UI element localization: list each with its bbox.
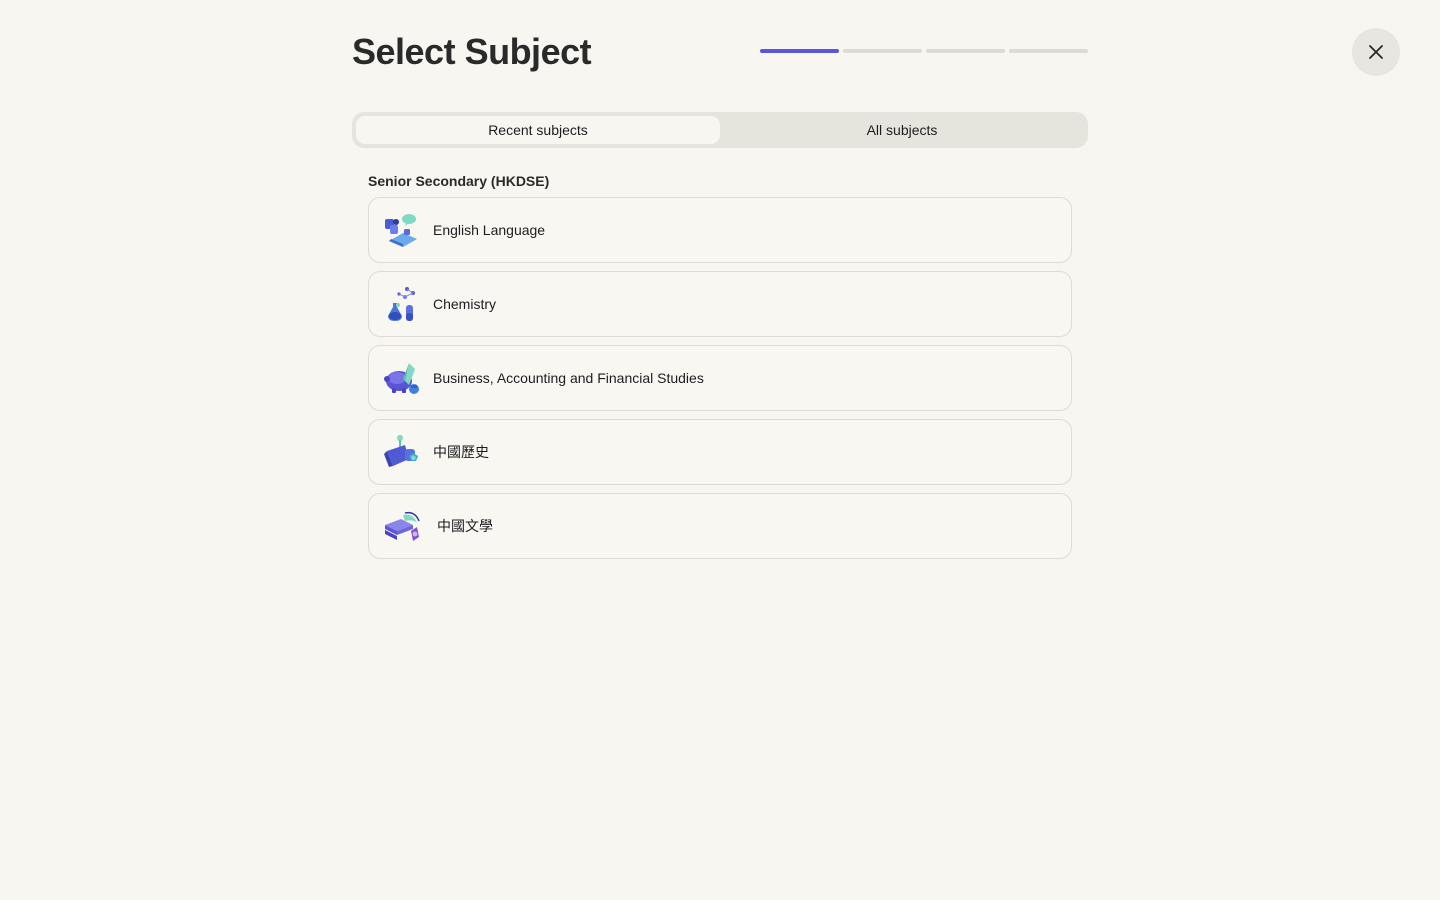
subject-item-chinese-history[interactable]: 中國歷史 <box>368 419 1072 485</box>
section-heading: Senior Secondary (HKDSE) <box>368 173 550 189</box>
subject-item-chemistry[interactable]: Chemistry <box>368 271 1072 337</box>
progress-step-3 <box>926 49 1005 53</box>
subject-label: Chemistry <box>433 296 497 312</box>
close-icon <box>1369 45 1383 59</box>
subject-list: English Language Chemistry Business, Acc… <box>368 197 1072 559</box>
tab-recent-subjects[interactable]: Recent subjects <box>356 116 720 144</box>
progress-step-1 <box>760 49 839 53</box>
language-books-icon <box>385 214 417 247</box>
subject-label: Business, Accounting and Financial Studi… <box>433 370 704 386</box>
close-button[interactable] <box>1352 28 1400 76</box>
step-progress <box>760 49 1088 53</box>
subject-item-business-accounting[interactable]: Business, Accounting and Financial Studi… <box>368 345 1072 411</box>
select-subject-page: Select Subject Recent subjects All subje… <box>0 0 1440 900</box>
history-scroll-icon <box>384 435 418 467</box>
subject-label: 中國歷史 <box>433 444 489 460</box>
page-title: Select Subject <box>352 31 592 72</box>
progress-step-4 <box>1009 49 1088 53</box>
subject-label: 中國文學 <box>437 518 493 534</box>
literature-books-icon <box>385 511 420 541</box>
subject-label: English Language <box>433 222 546 238</box>
flask-molecule-icon <box>388 287 415 321</box>
tab-all-subjects[interactable]: All subjects <box>720 116 1084 144</box>
subject-tabs: Recent subjects All subjects <box>352 112 1088 148</box>
subject-item-english-language[interactable]: English Language <box>368 197 1072 263</box>
subject-item-chinese-literature[interactable]: 中國文學 <box>368 493 1072 559</box>
progress-step-2 <box>843 49 922 53</box>
piggy-bank-icon <box>384 363 419 394</box>
